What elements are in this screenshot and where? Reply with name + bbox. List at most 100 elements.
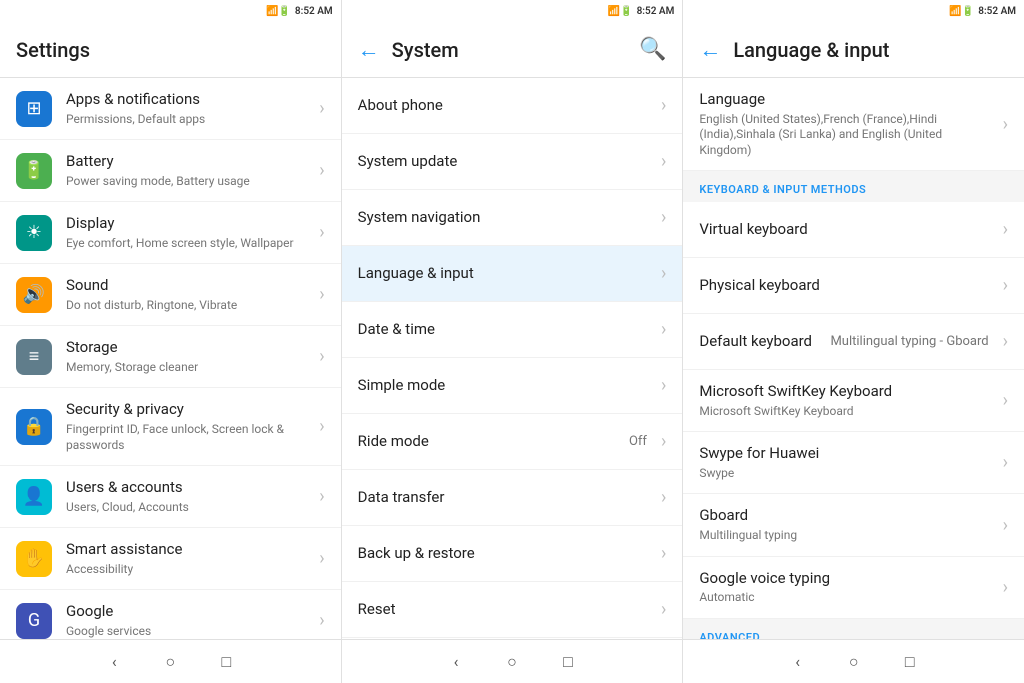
text-smart-assistance: Smart assistance Accessibility — [66, 540, 311, 577]
right-settings-item-language[interactable]: Language English (United States),French … — [683, 78, 1024, 171]
settings-item-battery[interactable]: 🔋 Battery Power saving mode, Battery usa… — [0, 140, 341, 202]
recent-button-mid[interactable]: □ — [556, 650, 580, 674]
home-button-mid[interactable]: ○ — [500, 650, 524, 674]
subtitle-google-voice-typing: Automatic — [699, 590, 994, 606]
text-battery: Battery Power saving mode, Battery usage — [66, 152, 311, 189]
text-apps-notifications: Apps & notifications Permissions, Defaul… — [66, 90, 311, 127]
text-back-up-restore: Back up & restore — [358, 544, 653, 564]
right-settings-item-virtual-keyboard[interactable]: Virtual keyboard › — [683, 202, 1024, 258]
chevron-default-keyboard: › — [1003, 331, 1008, 352]
mid-settings-item-back-up-restore[interactable]: Back up & restore › — [342, 526, 683, 582]
value-ride-mode: Off — [629, 434, 647, 449]
mid-settings-item-language-input[interactable]: Language & input › — [342, 246, 683, 302]
title-smart-assistance: Smart assistance — [66, 540, 311, 560]
settings-item-google[interactable]: G Google Google services › — [0, 590, 341, 639]
chevron-simple-mode: › — [661, 375, 666, 396]
title-users-accounts: Users & accounts — [66, 478, 311, 498]
text-display: Display Eye comfort, Home screen style, … — [66, 214, 311, 251]
title-display: Display — [66, 214, 311, 234]
subtitle-smart-assistance: Accessibility — [66, 562, 311, 578]
icon-apps-notifications: ⊞ — [16, 91, 52, 127]
right-settings-item-google-voice-typing[interactable]: Google voice typing Automatic › — [683, 557, 1024, 619]
mid-settings-item-about-phone[interactable]: About phone › — [342, 78, 683, 134]
subtitle-google: Google services — [66, 624, 311, 639]
home-button-left[interactable]: ○ — [158, 650, 182, 674]
text-data-transfer: Data transfer — [358, 488, 653, 508]
subtitle-storage: Memory, Storage cleaner — [66, 360, 311, 376]
text-language: Language English (United States),French … — [699, 90, 994, 158]
mid-settings-item-data-transfer[interactable]: Data transfer › — [342, 470, 683, 526]
settings-item-security-privacy[interactable]: 🔒 Security & privacy Fingerprint ID, Fac… — [0, 388, 341, 466]
settings-item-smart-assistance[interactable]: ✋ Smart assistance Accessibility › — [0, 528, 341, 590]
mid-settings-item-simple-mode[interactable]: Simple mode › — [342, 358, 683, 414]
text-system-update: System update — [358, 152, 653, 172]
settings-item-sound[interactable]: 🔊 Sound Do not disturb, Ringtone, Vibrat… — [0, 264, 341, 326]
title-apps-notifications: Apps & notifications — [66, 90, 311, 110]
chevron-google: › — [319, 610, 324, 631]
middle-search-icon[interactable]: 🔍 — [639, 37, 666, 62]
title-language: Language — [699, 90, 994, 110]
mid-settings-item-system-update[interactable]: System update › — [342, 134, 683, 190]
title-default-keyboard: Default keyboard — [699, 332, 830, 352]
recent-button-left[interactable]: □ — [214, 650, 238, 674]
right-settings-item-swype-huawei[interactable]: Swype for Huawei Swype › — [683, 432, 1024, 494]
chevron-about-phone: › — [661, 95, 666, 116]
recent-button-right[interactable]: □ — [898, 650, 922, 674]
section-header-keyboard-section: KEYBOARD & INPUT METHODS — [683, 171, 1024, 202]
right-settings-item-microsoft-swiftkey[interactable]: Microsoft SwiftKey Keyboard Microsoft Sw… — [683, 370, 1024, 432]
title-ride-mode: Ride mode — [358, 432, 629, 452]
status-bars: 📶🔋 8:52 AM 📶🔋 8:52 AM 📶🔋 8:52 AM — [0, 0, 1024, 22]
time-left: 8:52 AM — [295, 6, 333, 17]
right-settings-item-default-keyboard[interactable]: Default keyboard Multilingual typing - G… — [683, 314, 1024, 370]
settings-item-apps-notifications[interactable]: ⊞ Apps & notifications Permissions, Defa… — [0, 78, 341, 140]
mid-settings-item-date-time[interactable]: Date & time › — [342, 302, 683, 358]
chevron-smart-assistance: › — [319, 548, 324, 569]
chevron-language-input: › — [661, 263, 666, 284]
chevron-back-up-restore: › — [661, 543, 666, 564]
text-physical-keyboard: Physical keyboard — [699, 276, 994, 296]
back-button-mid[interactable]: ‹ — [444, 650, 468, 674]
chevron-physical-keyboard: › — [1003, 275, 1008, 296]
time-right: 8:52 AM — [978, 6, 1016, 17]
icon-smart-assistance: ✋ — [16, 541, 52, 577]
chevron-swype-huawei: › — [1003, 452, 1008, 473]
title-storage: Storage — [66, 338, 311, 358]
title-physical-keyboard: Physical keyboard — [699, 276, 994, 296]
settings-item-storage[interactable]: ≡ Storage Memory, Storage cleaner › — [0, 326, 341, 388]
section-header-advanced-section: ADVANCED — [683, 619, 1024, 639]
back-button-left[interactable]: ‹ — [102, 650, 126, 674]
bottom-nav-middle: ‹ ○ □ — [342, 640, 684, 683]
chevron-security-privacy: › — [319, 416, 324, 437]
chevron-ride-mode: › — [661, 431, 666, 452]
status-icons-mid: 📶🔋 — [608, 6, 633, 17]
text-users-accounts: Users & accounts Users, Cloud, Accounts — [66, 478, 311, 515]
mid-settings-item-reset[interactable]: Reset › — [342, 582, 683, 638]
title-simple-mode: Simple mode — [358, 376, 653, 396]
chevron-microsoft-swiftkey: › — [1003, 390, 1008, 411]
chevron-language: › — [1003, 114, 1008, 135]
text-about-phone: About phone — [358, 96, 653, 116]
middle-back-icon[interactable]: ← — [358, 37, 380, 63]
title-microsoft-swiftkey: Microsoft SwiftKey Keyboard — [699, 382, 994, 402]
left-panel-title: Settings — [16, 38, 325, 62]
right-back-icon[interactable]: ← — [699, 37, 721, 63]
subtitle-display: Eye comfort, Home screen style, Wallpape… — [66, 236, 311, 252]
right-settings-item-physical-keyboard[interactable]: Physical keyboard › — [683, 258, 1024, 314]
chevron-sound: › — [319, 284, 324, 305]
title-system-navigation: System navigation — [358, 208, 653, 228]
mid-settings-item-ride-mode[interactable]: Ride mode Off › — [342, 414, 683, 470]
back-button-right[interactable]: ‹ — [786, 650, 810, 674]
settings-item-display[interactable]: ☀ Display Eye comfort, Home screen style… — [0, 202, 341, 264]
title-google: Google — [66, 602, 311, 622]
middle-panel: ← System 🔍 About phone › System update ›… — [342, 22, 684, 639]
home-button-right[interactable]: ○ — [842, 650, 866, 674]
subtitle-users-accounts: Users, Cloud, Accounts — [66, 500, 311, 516]
settings-item-users-accounts[interactable]: 👤 Users & accounts Users, Cloud, Account… — [0, 466, 341, 528]
right-settings-item-gboard[interactable]: Gboard Multilingual typing › — [683, 494, 1024, 556]
mid-settings-item-system-navigation[interactable]: System navigation › — [342, 190, 683, 246]
text-reset: Reset — [358, 600, 653, 620]
text-simple-mode: Simple mode — [358, 376, 653, 396]
icon-battery: 🔋 — [16, 153, 52, 189]
title-sound: Sound — [66, 276, 311, 296]
title-gboard: Gboard — [699, 506, 994, 526]
